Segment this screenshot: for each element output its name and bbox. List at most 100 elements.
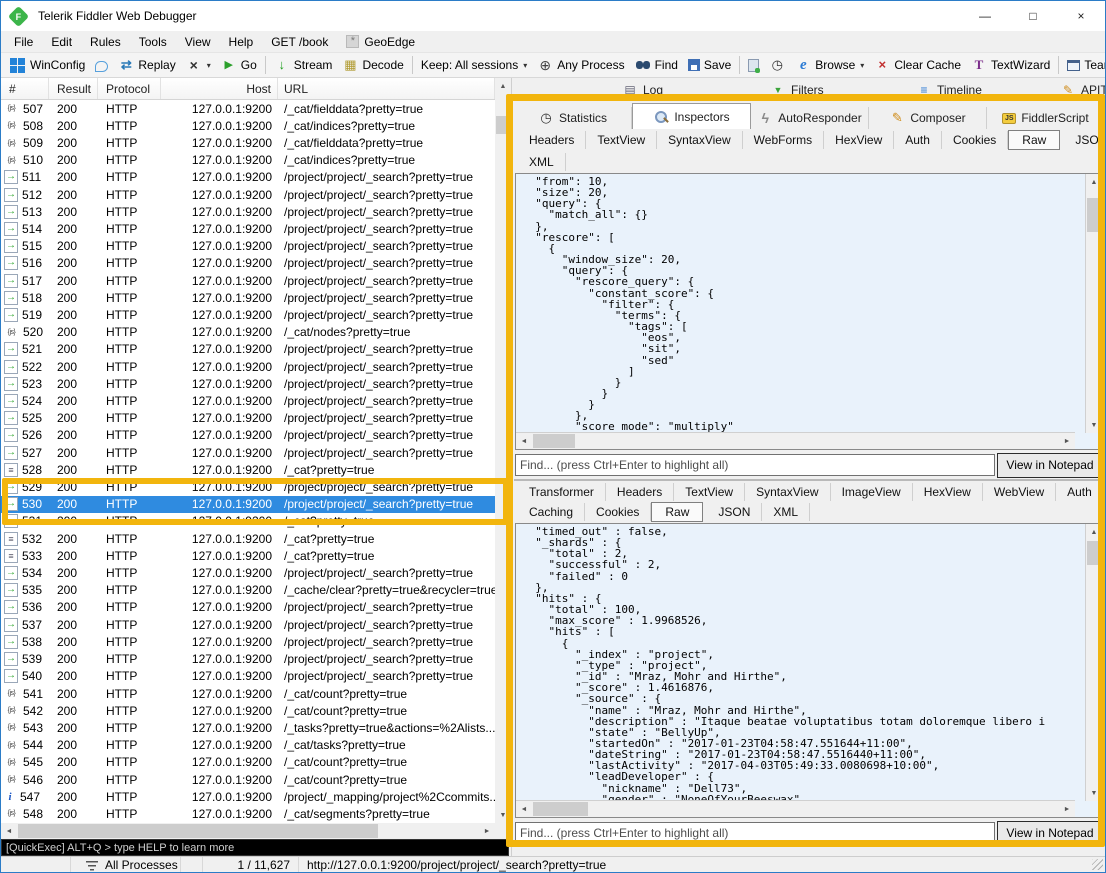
session-row[interactable]: {js}520200HTTP127.0.0.1:9200/_cat/nodes?… xyxy=(1,324,495,341)
session-hscroll-thumb[interactable] xyxy=(18,824,378,838)
session-row[interactable]: →540200HTTP127.0.0.1:9200/project/projec… xyxy=(1,668,495,685)
toolbar-button-browse[interactable]: eBrowse▾ xyxy=(790,54,869,76)
tab-autoresponder[interactable]: ϟAutoResponder xyxy=(751,107,869,129)
session-row[interactable]: →534200HTTP127.0.0.1:9200/project/projec… xyxy=(1,564,495,581)
session-row[interactable]: →518200HTTP127.0.0.1:9200/project/projec… xyxy=(1,289,495,306)
request-vscrollbar[interactable]: ▲ ▼ xyxy=(1085,174,1102,433)
session-row[interactable]: {js}542200HTTP127.0.0.1:9200/_cat/count?… xyxy=(1,702,495,719)
session-row[interactable]: →514200HTTP127.0.0.1:9200/project/projec… xyxy=(1,220,495,237)
column-header-url[interactable]: URL xyxy=(278,78,495,99)
session-row[interactable]: →539200HTTP127.0.0.1:9200/project/projec… xyxy=(1,651,495,668)
session-row[interactable]: {js}545200HTTP127.0.0.1:9200/_cat/count?… xyxy=(1,754,495,771)
session-row[interactable]: {js}544200HTTP127.0.0.1:9200/_cat/tasks?… xyxy=(1,737,495,754)
scroll-down-icon[interactable]: ▼ xyxy=(1086,417,1102,433)
menu-item-get-book[interactable]: GET /book xyxy=(262,31,337,52)
tab-apitest[interactable]: ✎APITest xyxy=(1060,82,1106,98)
session-row[interactable]: →515200HTTP127.0.0.1:9200/project/projec… xyxy=(1,238,495,255)
column-header-[interactable]: # xyxy=(1,78,49,99)
request-find-input[interactable] xyxy=(515,454,995,476)
scroll-up-icon[interactable]: ▲ xyxy=(495,78,511,94)
response-tab-json[interactable]: JSON xyxy=(707,503,762,521)
session-row[interactable]: {js}509200HTTP127.0.0.1:9200/_cat/fieldd… xyxy=(1,134,495,151)
session-row[interactable]: {js}507200HTTP127.0.0.1:9200/_cat/fieldd… xyxy=(1,100,495,117)
tab-log[interactable]: ▤Log xyxy=(622,82,663,98)
column-header-result[interactable]: Result xyxy=(49,78,98,99)
toolbar-button-save[interactable]: Save xyxy=(683,54,736,76)
column-header-protocol[interactable]: Protocol xyxy=(98,78,161,99)
toolbar-button-delete[interactable]: ×▾ xyxy=(181,54,216,76)
scroll-up-icon[interactable]: ▲ xyxy=(1086,174,1102,190)
tab-timeline[interactable]: ≡Timeline xyxy=(916,82,982,98)
request-hscroll-thumb[interactable] xyxy=(533,434,575,448)
toolbar-button-go[interactable]: ▶Go xyxy=(216,54,262,76)
quickexec-bar[interactable]: [QuickExec] ALT+Q > type HELP to learn m… xyxy=(1,839,509,856)
toolbar-button-stream[interactable]: ↓Stream xyxy=(269,54,338,76)
menu-item-view[interactable]: View xyxy=(176,31,220,52)
response-tab-webview[interactable]: WebView xyxy=(983,483,1056,501)
toolbar-button-replay[interactable]: ⇄Replay xyxy=(113,54,180,76)
session-row[interactable]: →525200HTTP127.0.0.1:9200/project/projec… xyxy=(1,410,495,427)
response-tab-headers[interactable]: Headers xyxy=(606,483,674,501)
tab-filters[interactable]: ▼Filters xyxy=(770,82,824,98)
response-hscrollbar[interactable]: ◄ ► xyxy=(516,800,1075,817)
response-tab-textview[interactable]: TextView xyxy=(674,483,745,501)
session-row[interactable]: →511200HTTP127.0.0.1:9200/project/projec… xyxy=(1,169,495,186)
session-row[interactable]: {js}541200HTTP127.0.0.1:9200/_cat/count?… xyxy=(1,685,495,702)
session-row[interactable]: →526200HTTP127.0.0.1:9200/project/projec… xyxy=(1,427,495,444)
session-row[interactable]: {js}548200HTTP127.0.0.1:9200/_cat/segmen… xyxy=(1,805,495,822)
session-row[interactable]: {js}510200HTTP127.0.0.1:9200/_cat/indice… xyxy=(1,152,495,169)
session-row[interactable]: ≡528200HTTP127.0.0.1:9200/_cat?pretty=tr… xyxy=(1,461,495,478)
response-hscroll-thumb[interactable] xyxy=(533,802,588,816)
toolbar-button-timer[interactable]: ◷ xyxy=(764,54,790,76)
response-tab-hexview[interactable]: HexView xyxy=(913,483,983,501)
scroll-left-icon[interactable]: ◄ xyxy=(1,823,17,839)
session-row[interactable]: →516200HTTP127.0.0.1:9200/project/projec… xyxy=(1,255,495,272)
response-view-in-notepad-button[interactable]: View in Notepad xyxy=(997,821,1103,846)
session-row[interactable]: →522200HTTP127.0.0.1:9200/project/projec… xyxy=(1,358,495,375)
scroll-right-icon[interactable]: ► xyxy=(1059,801,1075,817)
scroll-down-icon[interactable]: ▼ xyxy=(495,807,511,823)
session-list-vscrollbar[interactable]: ▲ ▼ xyxy=(495,78,511,823)
response-scroll-thumb[interactable] xyxy=(1087,541,1101,565)
session-row[interactable]: →521200HTTP127.0.0.1:9200/project/projec… xyxy=(1,341,495,358)
request-tab-webforms[interactable]: WebForms xyxy=(743,131,824,149)
response-tab-raw[interactable]: Raw xyxy=(651,502,703,522)
request-scroll-thumb[interactable] xyxy=(1087,198,1101,232)
scroll-up-icon[interactable]: ▲ xyxy=(1086,524,1102,540)
toolbar-button-comment[interactable] xyxy=(90,54,113,76)
response-tab-xml[interactable]: XML xyxy=(762,503,810,521)
toolbar-button-winconfig[interactable]: WinConfig xyxy=(5,54,90,76)
toolbar-button-decode[interactable]: ▦Decode xyxy=(337,54,408,76)
scroll-right-icon[interactable]: ► xyxy=(1059,433,1075,449)
session-row[interactable]: →537200HTTP127.0.0.1:9200/project/projec… xyxy=(1,616,495,633)
session-row[interactable]: →535200HTTP127.0.0.1:9200/_cache/clear?p… xyxy=(1,582,495,599)
session-row-selected[interactable]: →530200HTTP127.0.0.1:9200/project/projec… xyxy=(1,496,495,513)
tab-inspectors[interactable]: Inspectors xyxy=(632,103,751,129)
request-tab-xml[interactable]: XML xyxy=(518,153,566,171)
request-tab-raw[interactable]: Raw xyxy=(1008,130,1060,150)
menu-item-edit[interactable]: Edit xyxy=(42,31,81,52)
session-row[interactable]: ≡531200HTTP127.0.0.1:9200/_cat?pretty=tr… xyxy=(1,513,495,530)
session-row[interactable]: ≡532200HTTP127.0.0.1:9200/_cat?pretty=tr… xyxy=(1,530,495,547)
menu-item-tools[interactable]: Tools xyxy=(130,31,176,52)
request-tab-headers[interactable]: Headers xyxy=(518,131,586,149)
menu-item-help[interactable]: Help xyxy=(220,31,263,52)
session-scroll-thumb[interactable] xyxy=(496,116,510,134)
request-body-text[interactable]: "from": 10, "size": 20, "query": { "matc… xyxy=(516,174,1102,444)
menu-item-rules[interactable]: Rules xyxy=(81,31,130,52)
session-row[interactable]: →523200HTTP127.0.0.1:9200/project/projec… xyxy=(1,375,495,392)
scroll-down-icon[interactable]: ▼ xyxy=(1086,785,1102,801)
tab-statistics[interactable]: ◷Statistics xyxy=(514,107,632,129)
session-row[interactable]: →538200HTTP127.0.0.1:9200/project/projec… xyxy=(1,633,495,650)
session-row[interactable]: →513200HTTP127.0.0.1:9200/project/projec… xyxy=(1,203,495,220)
session-row[interactable]: →527200HTTP127.0.0.1:9200/project/projec… xyxy=(1,444,495,461)
response-find-input[interactable] xyxy=(515,822,995,844)
resize-grip[interactable] xyxy=(1092,859,1103,870)
toolbar-button-textwizard[interactable]: TTextWizard xyxy=(966,54,1055,76)
response-tab-imageview[interactable]: ImageView xyxy=(831,483,913,501)
session-row[interactable]: →512200HTTP127.0.0.1:9200/project/projec… xyxy=(1,186,495,203)
response-tab-auth[interactable]: Auth xyxy=(1056,483,1104,501)
menu-item-file[interactable]: File xyxy=(5,31,42,52)
session-row[interactable]: {js}546200HTTP127.0.0.1:9200/_cat/count?… xyxy=(1,771,495,788)
toolbar-button-clear-cache[interactable]: ×Clear Cache xyxy=(869,54,966,76)
